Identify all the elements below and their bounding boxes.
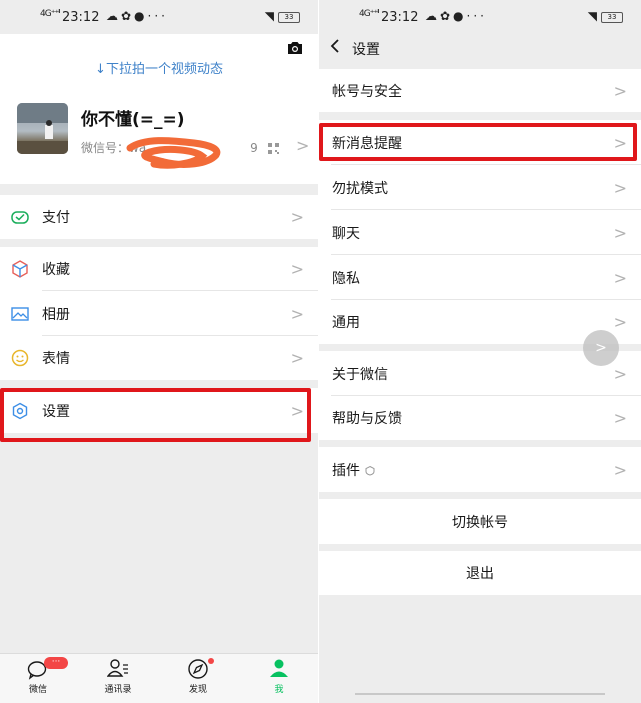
signal-indicator: 4G⁺⁺ᴵᴵ xyxy=(359,9,380,19)
settings-item-privacy[interactable]: 隐私 > xyxy=(319,255,641,300)
nav-bar: 设置 xyxy=(319,34,641,66)
menu-item-favorites[interactable]: 收藏 > xyxy=(0,247,318,291)
contacts-icon xyxy=(88,658,148,680)
camera-icon[interactable] xyxy=(286,40,304,59)
menu-item-album[interactable]: 相册 > xyxy=(0,291,318,336)
settings-item-label: 聊天 xyxy=(332,225,360,242)
settings-item-label: 勿扰模式 xyxy=(332,180,388,197)
settings-item-label: 帮助与反馈 xyxy=(332,411,402,427)
chevron-right-icon: > xyxy=(290,304,304,323)
album-icon xyxy=(11,305,29,323)
status-bar: 4G⁺⁺ᴵᴵ 23:12 ☁✿●··· ◥ 33 xyxy=(0,0,318,34)
settings-item-label: 关于微信 xyxy=(332,366,388,383)
notification-icons: ☁✿●··· xyxy=(425,9,487,23)
floating-assist-button[interactable]: > xyxy=(583,330,619,366)
tab-discover[interactable]: 发现 xyxy=(168,658,228,695)
settings-icon xyxy=(11,402,29,420)
wifi-icon: ◥ xyxy=(587,9,597,23)
settings-item-new-message-alerts[interactable]: 新消息提醒 > xyxy=(319,120,641,165)
tab-label: 发现 xyxy=(188,685,207,695)
settings-page: 4G⁺⁺ᴵᴵ 23:12 ☁✿●··· ◥ 33 设置 帐号与安全 > 新消息提… xyxy=(319,0,641,703)
wifi-icon: ◥ xyxy=(264,9,274,23)
chevron-right-icon: > xyxy=(613,178,627,197)
logout-button[interactable]: 退出 xyxy=(319,551,641,595)
pull-to-record-hint[interactable]: ↓下拉拍一个视频动态 xyxy=(0,58,318,77)
settings-item-label: 隐私 xyxy=(332,270,360,287)
back-icon[interactable] xyxy=(329,38,341,58)
chevron-right-icon: > xyxy=(290,348,304,368)
chevron-right-icon: > xyxy=(613,133,627,152)
menu-item-label: 表情 xyxy=(42,351,70,367)
status-time: 23:12 xyxy=(62,10,100,25)
pay-icon xyxy=(11,208,29,226)
gesture-bar xyxy=(355,693,605,695)
signal-indicator: 4G⁺⁺ᴵᴵ xyxy=(40,9,61,19)
tab-bar: ··· 微信 通讯录 发现 我 xyxy=(0,653,318,703)
tab-contacts[interactable]: 通讯录 xyxy=(88,658,148,695)
chevron-right-icon: > xyxy=(613,408,627,428)
avatar[interactable] xyxy=(17,103,68,154)
tab-label: 通讯录 xyxy=(104,685,132,695)
logout-label: 退出 xyxy=(466,566,494,582)
me-page: 4G⁺⁺ᴵᴵ 23:12 ☁✿●··· ◥ 33 ↓下拉拍一个视频动态 你不懂(… xyxy=(0,0,318,703)
status-time: 23:12 xyxy=(381,10,419,25)
settings-item-label: 插件 xyxy=(332,462,360,479)
favorites-icon xyxy=(11,260,29,278)
new-dot-badge xyxy=(208,658,214,664)
menu-item-label: 收藏 xyxy=(42,262,70,278)
settings-item-plugins[interactable]: 插件 > xyxy=(319,447,641,492)
profile-chevron-icon[interactable]: > xyxy=(296,136,309,155)
chevron-right-icon: > xyxy=(290,401,304,420)
tab-label: 微信 xyxy=(28,685,47,695)
menu-item-label: 支付 xyxy=(42,210,70,226)
chevron-right-icon: > xyxy=(290,207,304,227)
tab-label: 我 xyxy=(274,685,284,695)
plugin-badge-icon xyxy=(365,460,375,479)
chevron-right-icon: > xyxy=(613,268,627,287)
settings-item-account-security[interactable]: 帐号与安全 > xyxy=(319,69,641,112)
settings-item-label: 通用 xyxy=(332,315,360,331)
menu-item-label: 相册 xyxy=(42,306,70,323)
chats-icon: ··· xyxy=(8,657,68,680)
status-bar: 4G⁺⁺ᴵᴵ 23:12 ☁✿●··· ◥ 33 xyxy=(319,0,641,34)
switch-account-label: 切换帐号 xyxy=(452,514,508,531)
switch-account-button[interactable]: 切换帐号 xyxy=(319,499,641,544)
redaction-scribble xyxy=(124,134,224,176)
sticker-icon xyxy=(11,349,29,367)
chevron-right-icon: > xyxy=(613,460,627,479)
settings-item-chats[interactable]: 聊天 > xyxy=(319,210,641,255)
battery-icon: 33 xyxy=(601,12,623,23)
wechat-id-tail: 9 xyxy=(250,141,258,155)
chevron-right-icon: > xyxy=(613,364,627,383)
chevron-right-icon: > xyxy=(613,223,627,242)
chevron-right-icon: > xyxy=(290,259,304,279)
battery-icon: 33 xyxy=(278,12,300,23)
chevron-right-icon: > xyxy=(613,81,627,100)
settings-item-label: 帐号与安全 xyxy=(332,83,402,100)
nickname: 你不懂(=_=) xyxy=(81,110,185,130)
tab-chats[interactable]: ··· 微信 xyxy=(8,657,68,695)
page-title: 设置 xyxy=(352,42,380,58)
chevron-right-icon: > xyxy=(595,340,607,356)
chevron-right-icon: > xyxy=(613,312,627,332)
settings-item-help-feedback[interactable]: 帮助与反馈 > xyxy=(319,396,641,440)
notification-icons: ☁✿●··· xyxy=(106,9,168,23)
settings-item-do-not-disturb[interactable]: 勿扰模式 > xyxy=(319,165,641,210)
menu-item-label: 设置 xyxy=(42,403,70,420)
settings-item-label: 新消息提醒 xyxy=(332,135,402,152)
me-icon xyxy=(249,658,309,680)
discover-icon xyxy=(168,658,228,680)
menu-item-settings[interactable]: 设置 > xyxy=(0,388,318,433)
qr-code-icon[interactable] xyxy=(268,139,279,158)
unread-badge: ··· xyxy=(44,657,68,669)
menu-item-pay[interactable]: 支付 > xyxy=(0,195,318,239)
tab-me[interactable]: 我 xyxy=(249,658,309,695)
menu-item-stickers[interactable]: 表情 > xyxy=(0,336,318,380)
